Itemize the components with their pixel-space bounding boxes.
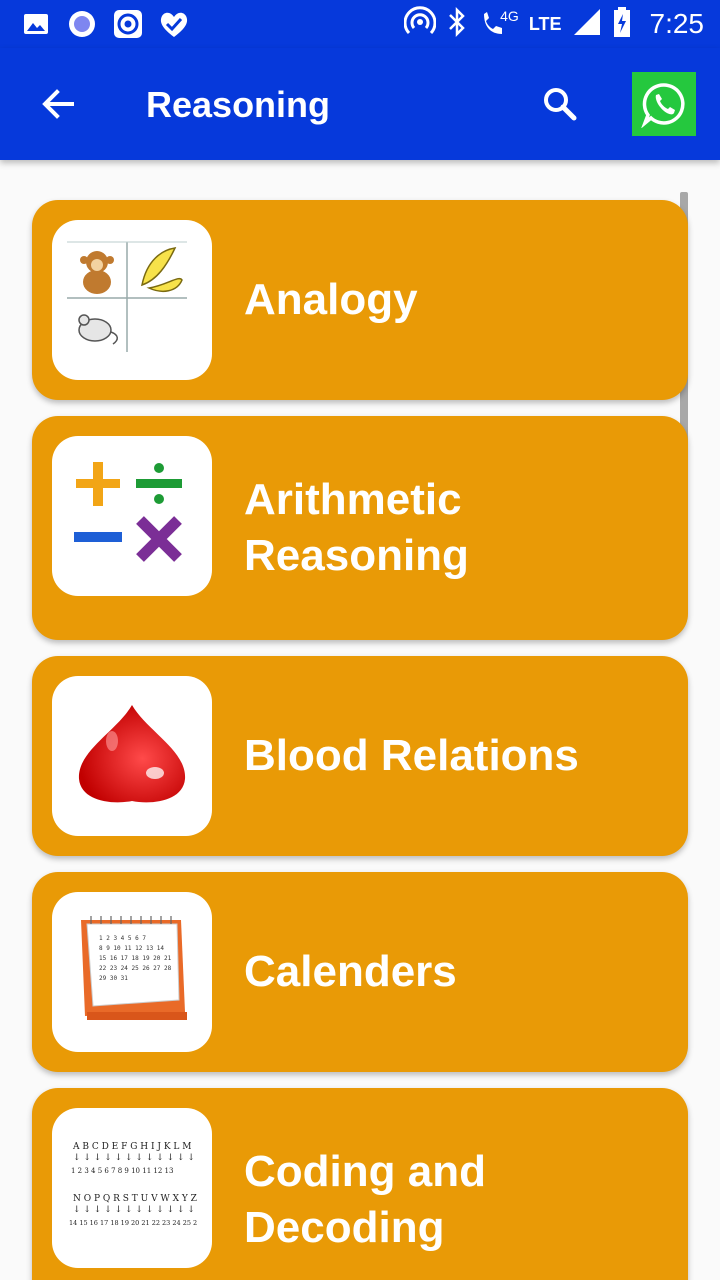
search-icon xyxy=(544,88,577,121)
svg-text:↓ ↓ ↓ ↓ ↓ ↓ ↓ ↓ ↓ ↓ ↓ ↓ ↓: ↓ ↓ ↓ ↓ ↓ ↓ ↓ ↓ ↓ ↓ ↓ ↓ ↓ xyxy=(73,1153,197,1163)
list-item-analogy[interactable]: Analogy xyxy=(32,200,688,400)
list-item-label: Calenders xyxy=(244,947,457,996)
back-button[interactable] xyxy=(30,76,86,132)
svg-text:15 16 17 18 19 20 21: 15 16 17 18 19 20 21 xyxy=(99,955,172,962)
svg-text:A B C D E F G H I J K L M: A B C D E F G H I J K L M xyxy=(72,1142,191,1152)
alphabet-code-icon: A B C D E F G H I J K L M ↓ ↓ ↓ ↓ ↓ ↓ ↓ … xyxy=(52,1108,212,1268)
svg-text:↓ ↓ ↓ ↓ ↓ ↓ ↓ ↓ ↓ ↓ ↓ ↓ ↓: ↓ ↓ ↓ ↓ ↓ ↓ ↓ ↓ ↓ ↓ ↓ ↓ ↓ xyxy=(73,1205,197,1215)
hotspot-icon xyxy=(403,5,437,43)
monkey-banana-mouse-icon xyxy=(52,220,212,380)
battery-icon xyxy=(612,6,632,43)
calendar-icon: 1 2 3 4 5 6 7 8 9 10 11 12 13 14 15 16 1… xyxy=(52,892,212,1052)
bluetooth-icon xyxy=(446,6,468,43)
svg-text:29 30 31: 29 30 31 xyxy=(99,975,128,982)
whatsapp-icon xyxy=(641,83,685,128)
blood-drop-icon xyxy=(52,676,212,836)
svg-text:22 23 24 25 26 27 28: 22 23 24 25 26 27 28 xyxy=(99,965,172,972)
svg-text:1 2 3 4 5 6 7 8 9 10 11 12 13: 1 2 3 4 5 6 7 8 9 10 11 12 13 xyxy=(71,1167,173,1175)
record-icon xyxy=(66,8,98,40)
target-icon xyxy=(112,8,144,40)
search-button[interactable] xyxy=(532,76,588,132)
page-title: Reasoning xyxy=(146,84,331,125)
lte-label: LTE xyxy=(528,13,562,34)
heart-check-icon xyxy=(158,8,190,40)
arrow-left-icon xyxy=(42,89,74,119)
signal-icon xyxy=(572,7,602,42)
svg-text:8 9 10 11 12 13 14: 8 9 10 11 12 13 14 xyxy=(99,945,164,952)
list-item-label: Blood Relations xyxy=(244,731,579,780)
list-item-coding-and-decoding[interactable]: A B C D E F G H I J K L M ↓ ↓ ↓ ↓ ↓ ↓ ↓ … xyxy=(32,1088,688,1280)
svg-text:N O P Q R S T U V W X Y Z: N O P Q R S T U V W X Y Z xyxy=(73,1194,197,1204)
status-time: 7:25 xyxy=(649,8,705,39)
status-bar: 4G LTE 7:25 xyxy=(0,0,720,48)
topic-list[interactable]: Analogy Arithmetic Reasoning Blood Relat… xyxy=(0,160,720,1280)
list-item-arithmetic-reasoning[interactable]: Arithmetic Reasoning xyxy=(32,416,688,640)
math-operators-icon xyxy=(52,436,212,596)
wifi-call-icon: 4G xyxy=(478,8,519,40)
list-item-label: Coding and Decoding xyxy=(244,1147,486,1252)
list-item-label: Analogy xyxy=(244,275,418,324)
app-bar: Reasoning xyxy=(0,48,720,160)
list-item-calenders[interactable]: 1 2 3 4 5 6 7 8 9 10 11 12 13 14 15 16 1… xyxy=(32,872,688,1072)
list-item-blood-relations[interactable]: Blood Relations xyxy=(32,656,688,856)
list-item-label: Arithmetic Reasoning xyxy=(244,475,469,580)
svg-text:1 2 3 4 5 6 7: 1 2 3 4 5 6 7 xyxy=(99,935,146,942)
svg-text:14 15 16 17 18 19 20 21 22 23: 14 15 16 17 18 19 20 21 22 23 24 25 26 xyxy=(69,1219,197,1227)
image-icon xyxy=(20,8,52,40)
whatsapp-button[interactable] xyxy=(632,72,696,136)
